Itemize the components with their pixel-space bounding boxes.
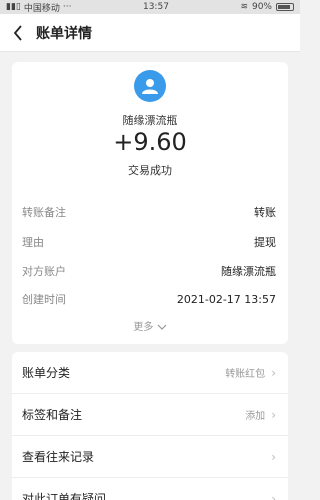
detail-label: 对方账户 bbox=[22, 265, 66, 278]
status-left: ▮▮▯ 中国移动 ··· bbox=[6, 1, 71, 14]
chevron-right-icon: › bbox=[271, 365, 276, 380]
detail-row-time: 创建时间 2021-02-17 13:57 bbox=[12, 289, 288, 309]
chevron-left-icon bbox=[13, 24, 22, 41]
list-item-label: 标签和备注 bbox=[22, 408, 83, 422]
list-item-question[interactable]: 对此订单有疑问 › bbox=[12, 478, 288, 500]
summary-card: 随缘漂流瓶 +9.60 交易成功 转账备注 转账 理由 提现 对方账户 随缘漂流… bbox=[12, 62, 288, 344]
wifi-icon: ≋ bbox=[240, 2, 248, 12]
transaction-status: 交易成功 bbox=[128, 164, 172, 177]
chevron-right-icon: › bbox=[271, 449, 276, 464]
detail-row-reason: 理由 提现 bbox=[12, 232, 288, 252]
carrier-label: 中国移动 bbox=[23, 3, 60, 14]
signal-icon: ▮▮▯ bbox=[6, 2, 21, 12]
chevron-right-icon: › bbox=[271, 491, 276, 500]
more-label: 更多 bbox=[133, 322, 154, 333]
battery-icon bbox=[276, 3, 294, 11]
detail-label: 转账备注 bbox=[22, 206, 66, 219]
chevron-down-icon bbox=[157, 324, 167, 330]
list-item-label: 账单分类 bbox=[22, 366, 71, 380]
chevron-right-icon: › bbox=[271, 407, 276, 422]
header: 账单详情 bbox=[0, 14, 300, 52]
detail-value: 2021-02-17 13:57 bbox=[176, 292, 276, 306]
list-item-label: 查看往来记录 bbox=[22, 450, 95, 464]
more-toggle[interactable]: 更多 bbox=[12, 318, 288, 333]
actions-card: 账单分类 转账红包 › 标签和备注 添加 › 查看往来记录 › 对此订单有疑问 … bbox=[12, 352, 288, 500]
status-right: ≋ 90% bbox=[240, 2, 294, 12]
payee-name: 随缘漂流瓶 bbox=[122, 114, 178, 127]
detail-row-account: 对方账户 随缘漂流瓶 bbox=[12, 261, 288, 281]
detail-label: 创建时间 bbox=[22, 293, 66, 306]
detail-label: 理由 bbox=[22, 236, 44, 249]
detail-value: 随缘漂流瓶 bbox=[221, 265, 276, 278]
user-icon bbox=[142, 79, 158, 94]
list-item-tags[interactable]: 标签和备注 添加 › bbox=[12, 394, 288, 436]
avatar bbox=[134, 70, 166, 102]
list-item-history[interactable]: 查看往来记录 › bbox=[12, 436, 288, 478]
status-bar: ▮▮▯ 中国移动 ··· 13:57 ≋ 90% bbox=[0, 0, 300, 14]
list-item-value: 转账红包 bbox=[225, 369, 266, 380]
status-time: 13:57 bbox=[142, 2, 169, 12]
detail-value: 转账 bbox=[254, 206, 276, 219]
list-item-label: 对此订单有疑问 bbox=[22, 492, 107, 500]
back-button[interactable] bbox=[0, 14, 36, 52]
detail-row-remark: 转账备注 转账 bbox=[12, 202, 288, 222]
page-title: 账单详情 bbox=[36, 25, 92, 42]
more-dots-icon: ··· bbox=[62, 2, 72, 12]
detail-value: 提现 bbox=[254, 236, 276, 249]
list-item-value: 添加 bbox=[245, 411, 266, 422]
list-item-category[interactable]: 账单分类 转账红包 › bbox=[12, 352, 288, 394]
battery-label: 90% bbox=[251, 2, 272, 12]
transaction-amount: +9.60 bbox=[113, 128, 187, 156]
